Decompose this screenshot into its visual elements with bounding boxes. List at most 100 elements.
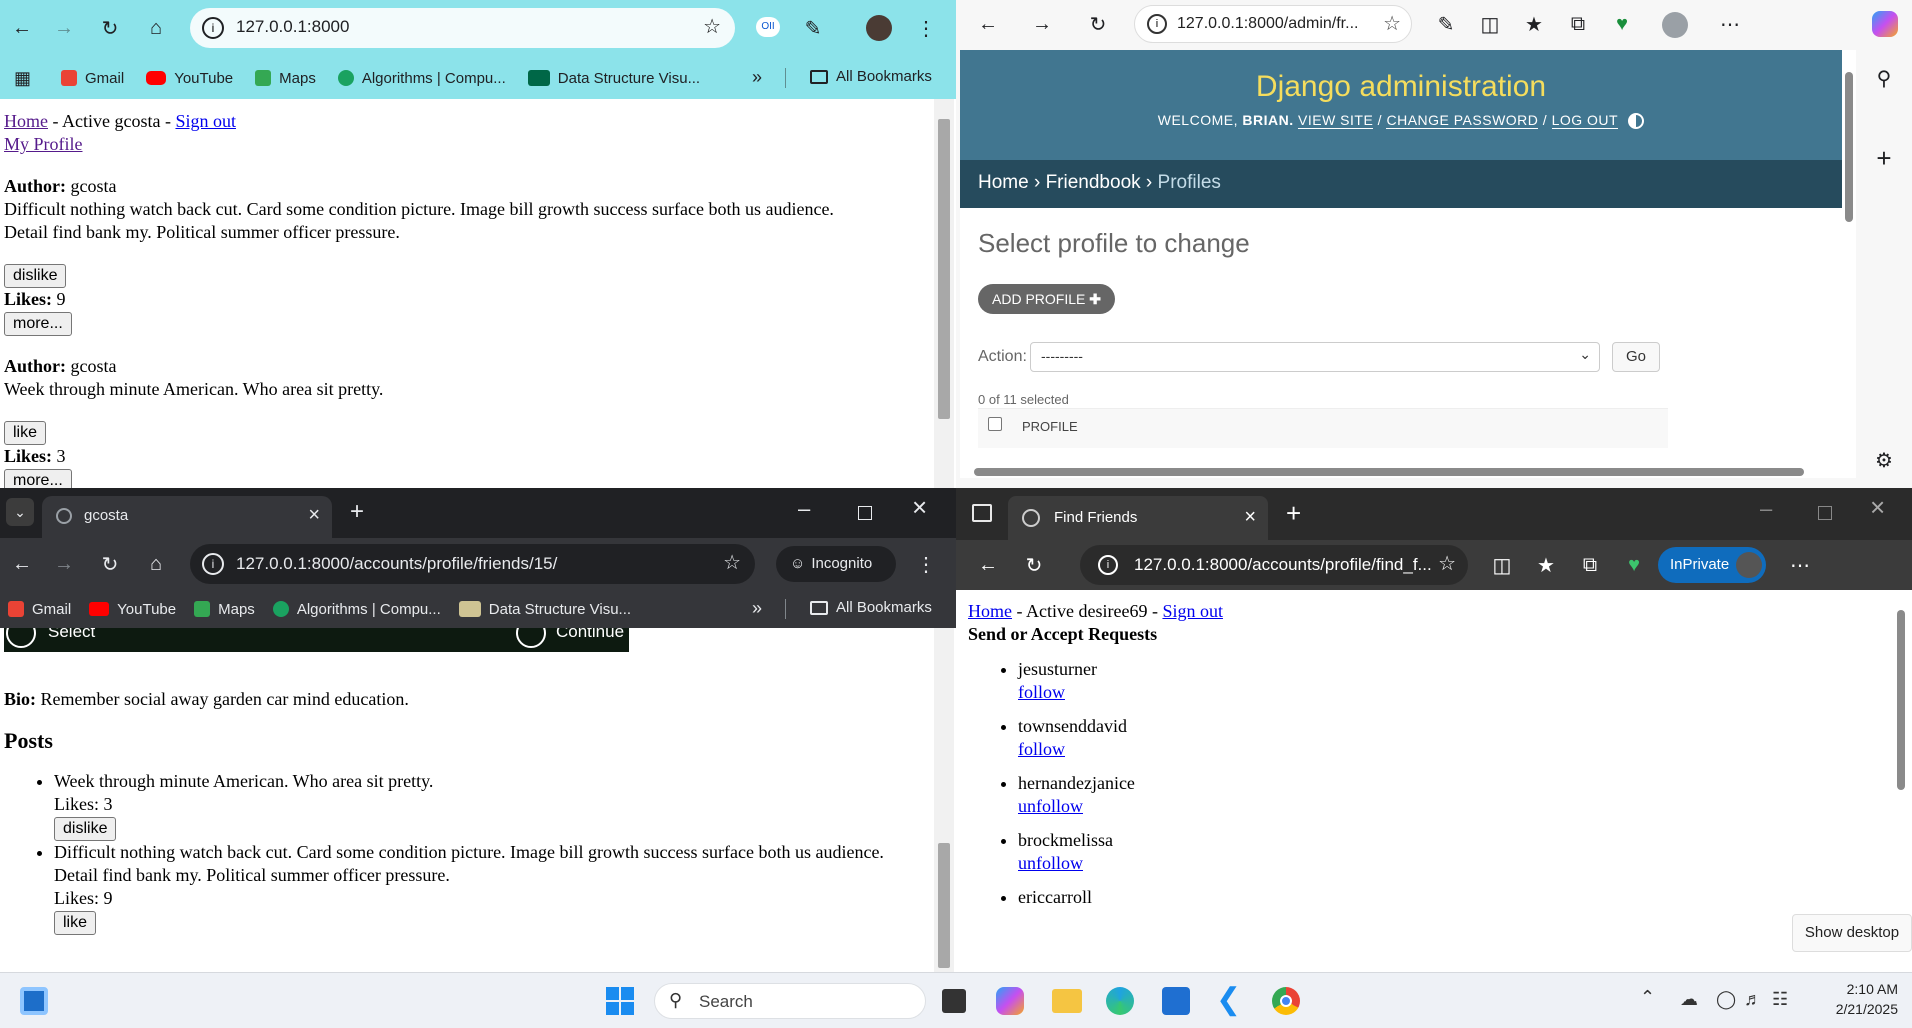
scrollbar[interactable] [934,99,954,488]
scrollbar[interactable] [1842,50,1856,478]
more-button[interactable]: more... [4,469,72,488]
breadcrumb-home[interactable]: Home [978,172,1029,193]
scrollbar-thumb[interactable] [938,119,950,419]
horizontal-scrollbar-thumb[interactable] [974,468,1804,476]
logout-link[interactable]: LOG OUT [1551,112,1618,129]
horizontal-scrollbar[interactable] [960,464,1842,478]
store-icon[interactable] [1162,987,1190,1015]
home-icon[interactable]: ⌂ [138,10,174,46]
menu-icon[interactable]: ⋮ [908,10,944,46]
follow-link[interactable]: follow [1018,739,1065,759]
apps-grid-icon[interactable]: ▦ [14,68,31,89]
tab-gcosta[interactable]: gcosta × [42,496,332,538]
reload-icon[interactable]: ↻ [1080,6,1116,42]
network-icon[interactable]: ◯ [1716,989,1736,1010]
address-bar[interactable]: i 127.0.0.1:8000/accounts/profile/friend… [190,544,755,584]
site-info-icon[interactable]: i [202,553,224,575]
reload-icon[interactable]: ↻ [92,546,128,582]
minimize-icon[interactable]: – [798,496,810,522]
dislike-button[interactable]: dislike [54,817,117,841]
bookmark-maps[interactable]: Maps [194,601,255,618]
new-tab-icon[interactable]: + [350,498,364,526]
new-tab-icon[interactable]: + [1286,498,1301,529]
battery-icon[interactable]: ☷ [1772,989,1788,1010]
follow-link[interactable]: follow [1018,682,1065,702]
favorites-icon[interactable]: ★ [1528,547,1564,583]
extensions-puzzle-icon[interactable]: ✎ [795,10,831,46]
like-button[interactable]: like [54,911,97,935]
forward-icon[interactable]: → [46,546,82,582]
bookmark-star-icon[interactable]: ☆ [703,14,721,39]
site-info-icon[interactable]: i [1147,14,1167,34]
scrollbar[interactable] [934,628,954,972]
menu-icon[interactable]: ⋮ [908,546,944,582]
home-link[interactable]: Home [968,601,1012,621]
site-info-icon[interactable]: i [202,17,224,39]
change-password-link[interactable]: CHANGE PASSWORD [1386,112,1539,129]
add-sidebar-icon[interactable]: + [1866,140,1902,176]
reload-icon[interactable]: ↻ [92,10,128,46]
view-site-link[interactable]: VIEW SITE [1298,112,1374,129]
bookmark-youtube[interactable]: YouTube [89,601,176,618]
incognito-indicator[interactable]: ☺ Incognito [776,546,896,582]
bookmark-algorithms[interactable]: Algorithms | Compu... [337,70,506,87]
home-icon[interactable]: ⌂ [138,546,174,582]
bookmark-youtube[interactable]: YouTube [146,70,233,87]
address-bar[interactable]: i 127.0.0.1:8000 ☆ [190,8,735,48]
bookmark-gmail[interactable]: Gmail [61,70,124,87]
close-window-icon[interactable]: × [1870,492,1885,523]
continue-control[interactable] [516,628,546,648]
close-tab-icon[interactable]: × [308,504,320,527]
column-header-profile[interactable]: PROFILE [1022,419,1078,434]
chrome-icon[interactable] [1272,987,1300,1015]
forward-icon[interactable]: → [1024,6,1060,42]
tab-actions-icon[interactable] [972,504,992,522]
signout-link[interactable]: Sign out [175,111,236,131]
task-view-icon[interactable] [942,989,966,1013]
file-explorer-icon[interactable] [1052,989,1082,1013]
minimize-icon[interactable]: – [1760,496,1772,522]
start-windows-icon[interactable] [606,987,634,1015]
all-bookmarks[interactable]: All Bookmarks [810,68,932,85]
profile-avatar[interactable] [1662,12,1688,38]
more-bookmarks-icon[interactable]: » [752,67,762,88]
bookmark-data-structure[interactable]: Data Structure Visu... [527,70,700,87]
site-title[interactable]: Django administration [960,70,1842,104]
clock[interactable]: 2:10 AM 2/21/2025 [1812,979,1898,1019]
reload-icon[interactable]: ↻ [1016,547,1052,583]
edge-icon[interactable] [1106,987,1134,1015]
action-select[interactable]: --------- ⌄ [1030,342,1600,372]
settings-gear-icon[interactable]: ⚙ [1866,442,1902,478]
more-bookmarks-icon[interactable]: » [752,598,762,619]
close-tab-icon[interactable]: × [1244,506,1256,529]
back-icon[interactable]: ← [970,6,1006,42]
split-screen-icon[interactable]: ◫ [1484,547,1520,583]
vscode-icon[interactable]: ❮ [1216,985,1241,1015]
menu-icon[interactable]: ⋯ [1782,547,1818,583]
bookmark-star-icon[interactable]: ☆ [723,550,741,575]
maximize-icon[interactable] [1818,506,1832,520]
my-profile-link[interactable]: My Profile [4,134,83,154]
widgets-icon[interactable] [20,987,48,1015]
bookmark-algorithms[interactable]: Algorithms | Compu... [272,601,441,618]
unfollow-link[interactable]: unfollow [1018,796,1083,816]
unfollow-link[interactable]: unfollow [1018,853,1083,873]
maximize-icon[interactable] [858,506,872,520]
close-window-icon[interactable]: × [912,492,927,523]
bookmark-maps[interactable]: Maps [255,70,316,87]
browser-essentials-icon[interactable]: ♥ [1604,6,1640,42]
go-button[interactable]: Go [1612,342,1660,372]
theme-toggle-icon[interactable] [1628,113,1645,130]
collections-icon[interactable]: ⧉ [1572,547,1608,583]
home-link[interactable]: Home [4,111,48,131]
favorite-star-icon[interactable]: ☆ [1438,551,1456,576]
dislike-button[interactable]: dislike [4,264,67,288]
extensions-icon[interactable]: ✎ [1428,6,1464,42]
profile-avatar[interactable] [866,15,892,41]
split-screen-icon[interactable]: ◫ [1472,6,1508,42]
scrollbar-thumb[interactable] [1897,610,1905,790]
signout-link[interactable]: Sign out [1162,601,1223,621]
collections-icon[interactable]: ⧉ [1560,6,1596,42]
onedrive-icon[interactable]: ☁ [1680,989,1698,1010]
site-info-icon[interactable]: i [1098,555,1118,575]
